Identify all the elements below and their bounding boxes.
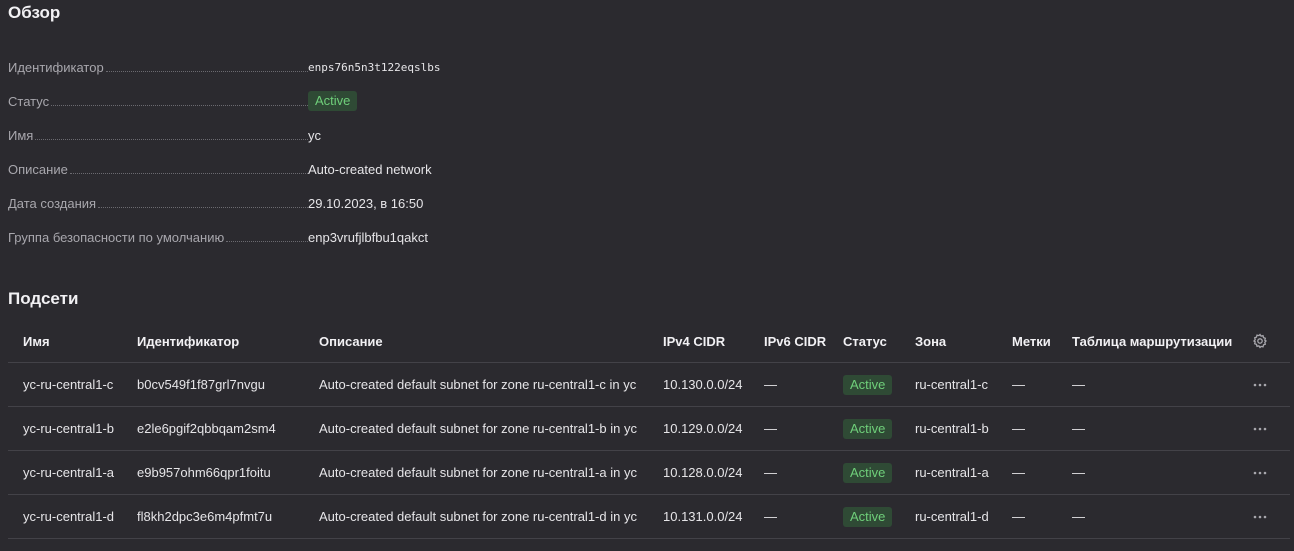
overview-row-security-group: Группа безопасности по умолчанию enp3vru… — [8, 220, 708, 254]
subnet-ipv4: 10.129.0.0/24 — [663, 421, 743, 436]
field-label-id: Идентификатор — [8, 59, 104, 75]
dotted-leader — [69, 172, 308, 174]
overview-title: Обзор — [8, 3, 61, 22]
column-header-id[interactable]: Идентификатор — [137, 334, 239, 349]
subnet-name[interactable]: yc-ru-central1-c — [23, 377, 113, 392]
network-name-value: yc — [308, 127, 321, 143]
subnet-labels: — — [1012, 465, 1025, 480]
subnet-route-table: — — [1072, 377, 1085, 392]
field-label-status: Статус — [8, 93, 50, 109]
subnet-id: b0cv549f1f87grl7nvgu — [137, 377, 265, 392]
column-header-name[interactable]: Имя — [23, 334, 50, 349]
table-row[interactable]: yc-ru-central1-d fl8kh2dpc3e6m4pfmt7u Au… — [8, 495, 1290, 539]
more-horizontal-icon[interactable] — [1252, 377, 1268, 393]
column-header-description[interactable]: Описание — [319, 334, 383, 349]
overview-row-id: Идентификатор enps76n5n3t122eqslbs — [8, 50, 708, 84]
gear-icon[interactable] — [1252, 333, 1268, 349]
subnet-description: Auto-created default subnet for zone ru-… — [319, 509, 637, 524]
column-header-route-table[interactable]: Таблица маршрутизации — [1072, 334, 1232, 349]
dotted-leader — [105, 70, 308, 72]
status-badge: Active — [843, 506, 893, 527]
subnet-ipv6: — — [764, 421, 777, 436]
overview-row-description: Описание Auto-created network — [8, 152, 708, 186]
status-badge: Active — [843, 462, 893, 483]
subnet-route-table: — — [1072, 421, 1085, 436]
subnet-labels: — — [1012, 421, 1025, 436]
subnet-description: Auto-created default subnet for zone ru-… — [319, 421, 637, 436]
status-badge: Active — [308, 91, 358, 111]
table-row[interactable]: yc-ru-central1-c b0cv549f1f87grl7nvgu Au… — [8, 363, 1290, 407]
network-description-value: Auto-created network — [308, 161, 432, 177]
subnet-ipv6: — — [764, 377, 777, 392]
subnet-zone: ru-central1-a — [915, 465, 989, 480]
subnet-description: Auto-created default subnet for zone ru-… — [319, 377, 637, 392]
table-row[interactable]: yc-ru-central1-a e9b957ohm66qpr1foitu Au… — [8, 451, 1290, 495]
created-date-value: 29.10.2023, в 16:50 — [308, 195, 424, 211]
subnet-ipv4: 10.131.0.0/24 — [663, 509, 743, 524]
subnet-name[interactable]: yc-ru-central1-a — [23, 465, 114, 480]
subnet-route-table: — — [1072, 465, 1085, 480]
status-badge: Active — [843, 418, 893, 439]
column-header-labels[interactable]: Метки — [1012, 334, 1051, 349]
subnet-ipv6: — — [764, 465, 777, 480]
subnet-name[interactable]: yc-ru-central1-d — [23, 509, 114, 524]
field-label-security-group: Группа безопасности по умолчанию — [8, 229, 225, 245]
subnet-ipv6: — — [764, 509, 777, 524]
more-horizontal-icon[interactable] — [1252, 421, 1268, 437]
dotted-leader — [35, 138, 308, 140]
overview-row-status: Статус Active — [8, 84, 708, 118]
table-header-row: Имя Идентификатор Описание IPv4 CIDR IPv… — [8, 320, 1290, 363]
overview-row-created: Дата создания 29.10.2023, в 16:50 — [8, 186, 708, 220]
subnets-table: Имя Идентификатор Описание IPv4 CIDR IPv… — [8, 320, 1290, 539]
dotted-leader — [51, 104, 308, 106]
security-group-value[interactable]: enp3vrufjlbfbu1qakct — [308, 230, 428, 245]
column-header-ipv4[interactable]: IPv4 CIDR — [663, 334, 725, 349]
field-label-description: Описание — [8, 161, 68, 177]
dotted-leader — [98, 206, 308, 208]
subnet-labels: — — [1012, 377, 1025, 392]
subnet-zone: ru-central1-b — [915, 421, 989, 436]
subnet-route-table: — — [1072, 509, 1085, 524]
status-badge: Active — [843, 374, 893, 395]
table-row[interactable]: yc-ru-central1-b e2le6pgif2qbbqam2sm4 Au… — [8, 407, 1290, 451]
subnet-zone: ru-central1-c — [915, 377, 988, 392]
subnet-ipv4: 10.128.0.0/24 — [663, 465, 743, 480]
overview-list: Идентификатор enps76n5n3t122eqslbs Стату… — [8, 50, 708, 254]
column-header-ipv6[interactable]: IPv6 CIDR — [764, 334, 826, 349]
subnet-id: e9b957ohm66qpr1foitu — [137, 465, 271, 480]
field-label-created: Дата создания — [8, 195, 97, 211]
column-header-status[interactable]: Статус — [843, 334, 887, 349]
column-header-zone[interactable]: Зона — [915, 334, 946, 349]
more-horizontal-icon[interactable] — [1252, 509, 1268, 525]
subnet-name[interactable]: yc-ru-central1-b — [23, 421, 114, 436]
subnet-labels: — — [1012, 509, 1025, 524]
subnet-ipv4: 10.130.0.0/24 — [663, 377, 743, 392]
dotted-leader — [226, 240, 308, 242]
subnet-zone: ru-central1-d — [915, 509, 989, 524]
subnet-id: fl8kh2dpc3e6m4pfmt7u — [137, 509, 273, 524]
subnets-title: Подсети — [8, 289, 79, 308]
network-id-value: enps76n5n3t122eqslbs — [308, 60, 441, 74]
overview-row-name: Имя yc — [8, 118, 708, 152]
field-label-name: Имя — [8, 127, 34, 143]
more-horizontal-icon[interactable] — [1252, 465, 1268, 481]
subnet-id: e2le6pgif2qbbqam2sm4 — [137, 421, 276, 436]
subnet-description: Auto-created default subnet for zone ru-… — [319, 465, 637, 480]
